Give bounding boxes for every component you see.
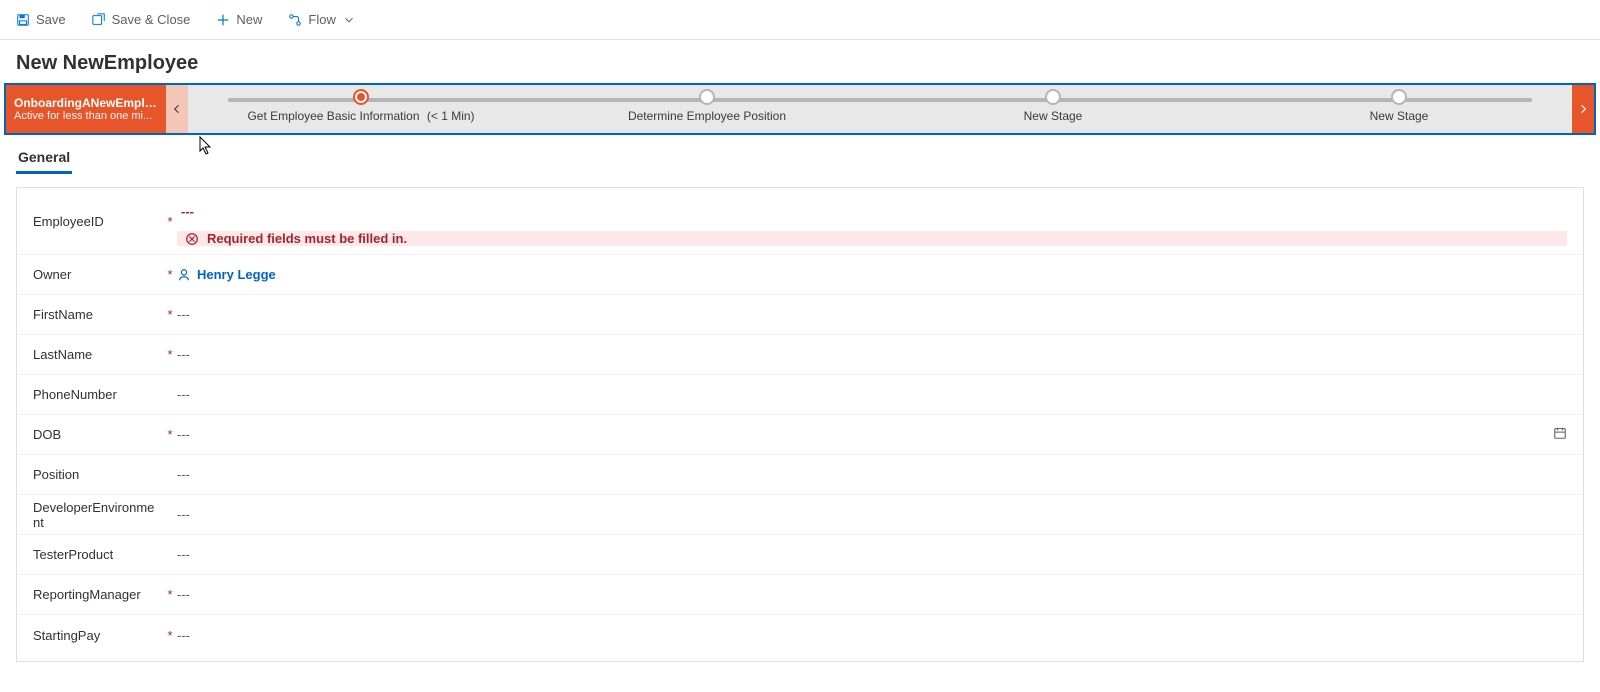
field-label: DOB xyxy=(33,427,163,442)
bpf-process-status: Active for less than one mi... xyxy=(14,110,158,122)
field-owner: Owner * Henry Legge xyxy=(17,255,1583,295)
employee-id-value[interactable]: --- xyxy=(177,202,1567,221)
owner-name: Henry Legge xyxy=(197,267,276,282)
bpf-stage-3[interactable]: New Stage xyxy=(880,85,1226,133)
save-close-button[interactable]: Save & Close xyxy=(88,10,195,29)
save-icon xyxy=(16,13,30,27)
field-dob: DOB * --- xyxy=(17,415,1583,455)
bpf-stage-label: New Stage xyxy=(1024,109,1083,123)
record-title: New NewEmployee xyxy=(0,40,1600,79)
field-label: ReportingManager xyxy=(33,587,163,602)
save-label: Save xyxy=(36,12,66,27)
bpf-stage-2[interactable]: Determine Employee Position xyxy=(534,85,880,133)
form-section-general: EmployeeID * --- Required fields must be… xyxy=(16,187,1584,662)
flow-button[interactable]: Flow xyxy=(284,10,359,29)
bpf-stage-dot xyxy=(353,89,369,105)
required-marker: * xyxy=(163,214,177,229)
bpf-stage-1[interactable]: Get Employee Basic Information (< 1 Min) xyxy=(188,85,534,133)
bpf-process-badge[interactable]: OnboardingANewEmplo... Active for less t… xyxy=(6,85,166,133)
tab-list: General xyxy=(0,139,1600,175)
required-marker: * xyxy=(163,267,177,282)
manager-value[interactable]: --- xyxy=(177,583,1567,607)
pay-value[interactable]: --- xyxy=(177,623,1567,647)
bpf-bar: OnboardingANewEmplo... Active for less t… xyxy=(6,85,1594,133)
lastname-value[interactable]: --- xyxy=(177,343,1567,367)
bpf-stage-dot xyxy=(699,89,715,105)
field-label: Position xyxy=(33,467,163,482)
chevron-left-icon xyxy=(171,103,183,115)
field-devenv: DeveloperEnvironment --- xyxy=(17,495,1583,535)
required-marker: * xyxy=(163,427,177,442)
bpf-stages: Get Employee Basic Information (< 1 Min)… xyxy=(188,85,1572,133)
field-value-wrap: --- Required fields must be filled in. xyxy=(177,202,1567,246)
new-button[interactable]: New xyxy=(212,10,266,29)
bpf-stage-label: Determine Employee Position xyxy=(628,109,786,123)
field-label: Owner xyxy=(33,267,163,282)
calendar-icon[interactable] xyxy=(1553,426,1567,443)
field-lastname: LastName * --- xyxy=(17,335,1583,375)
bpf-stage-dot xyxy=(1391,89,1407,105)
flow-icon xyxy=(288,13,302,27)
field-label: EmployeeID xyxy=(33,214,163,229)
field-position: Position --- xyxy=(17,455,1583,495)
required-marker: * xyxy=(163,307,177,322)
person-icon xyxy=(177,268,191,282)
save-button[interactable]: Save xyxy=(12,10,70,29)
bpf-stage-label: New Stage xyxy=(1370,109,1429,123)
bpf-stage-dot xyxy=(1045,89,1061,105)
required-marker: * xyxy=(163,587,177,602)
field-label: StartingPay xyxy=(33,628,163,643)
position-value[interactable]: --- xyxy=(177,463,1567,487)
tab-general[interactable]: General xyxy=(16,143,72,174)
field-tester: TesterProduct --- xyxy=(17,535,1583,575)
field-manager: ReportingManager * --- xyxy=(17,575,1583,615)
save-close-label: Save & Close xyxy=(112,12,191,27)
bpf-container: OnboardingANewEmplo... Active for less t… xyxy=(4,83,1596,135)
field-firstname: FirstName * --- xyxy=(17,295,1583,335)
devenv-value[interactable]: --- xyxy=(177,503,1567,527)
validation-error: Required fields must be filled in. xyxy=(177,231,1567,246)
bpf-next-button[interactable] xyxy=(1572,85,1594,133)
flow-label: Flow xyxy=(308,12,335,27)
bpf-stage-4[interactable]: New Stage xyxy=(1226,85,1572,133)
owner-value[interactable]: Henry Legge xyxy=(177,263,1567,287)
required-marker: * xyxy=(163,347,177,362)
dob-value[interactable]: --- xyxy=(177,423,1567,447)
chevron-right-icon xyxy=(1577,103,1589,115)
bpf-stage-label: Get Employee Basic Information xyxy=(247,109,419,123)
plus-icon xyxy=(216,13,230,27)
field-label: DeveloperEnvironment xyxy=(33,500,163,530)
required-marker: * xyxy=(163,628,177,643)
chevron-down-icon xyxy=(342,13,356,27)
error-text: Required fields must be filled in. xyxy=(207,231,407,246)
owner-lookup[interactable]: Henry Legge xyxy=(177,267,276,282)
new-label: New xyxy=(236,12,262,27)
field-label: TesterProduct xyxy=(33,547,163,562)
field-pay: StartingPay * --- xyxy=(17,615,1583,655)
firstname-value[interactable]: --- xyxy=(177,303,1567,327)
error-icon xyxy=(185,232,199,246)
field-phone: PhoneNumber --- xyxy=(17,375,1583,415)
dob-text: --- xyxy=(177,427,190,442)
phone-value[interactable]: --- xyxy=(177,383,1567,407)
field-label: LastName xyxy=(33,347,163,362)
save-close-icon xyxy=(92,13,106,27)
field-employee-id: EmployeeID * --- Required fields must be… xyxy=(17,194,1583,255)
field-label: FirstName xyxy=(33,307,163,322)
bpf-stage-duration: (< 1 Min) xyxy=(427,109,475,123)
bpf-process-name: OnboardingANewEmplo... xyxy=(14,96,158,110)
tester-value[interactable]: --- xyxy=(177,543,1567,567)
bpf-prev-button[interactable] xyxy=(166,85,188,133)
command-bar: Save Save & Close New Flow xyxy=(0,0,1600,40)
field-label: PhoneNumber xyxy=(33,387,163,402)
